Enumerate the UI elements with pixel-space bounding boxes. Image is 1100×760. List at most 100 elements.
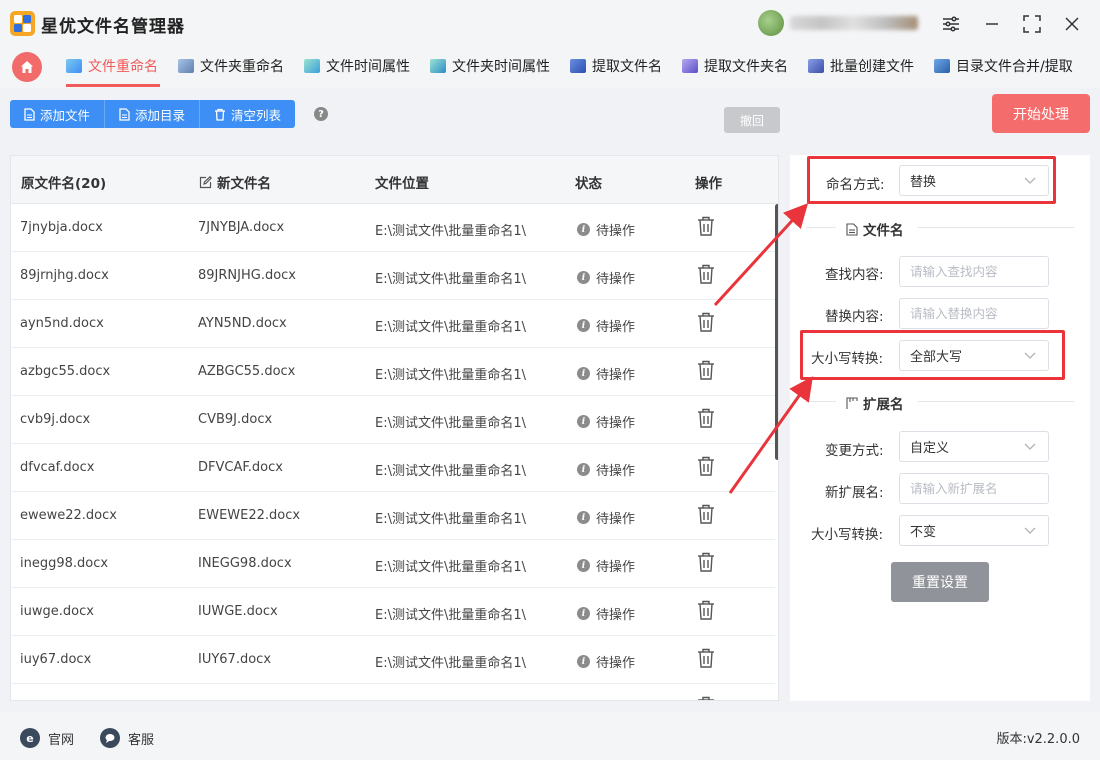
- filename-section-label: 文件名: [863, 223, 904, 239]
- start-processing-button[interactable]: 开始处理: [992, 94, 1090, 133]
- delete-row-button[interactable]: [697, 360, 715, 380]
- table-row[interactable]: cvb9j.docx CVB9J.docx E:\测试文件\批量重命名1\ i 待操作: [11, 396, 776, 444]
- table-scrollbar[interactable]: [775, 204, 778, 700]
- version-text: 版本:v2.2.0.0: [996, 732, 1080, 747]
- tab-merge-extract[interactable]: 目录文件合并/提取: [934, 54, 1073, 78]
- user-avatar[interactable]: [758, 10, 784, 36]
- table-row[interactable]: 89jrnjhg.docx 89JRNJHG.docx E:\测试文件\批量重命名1…: [11, 252, 776, 300]
- file-location: E:\测试文件\批量重命名1\: [375, 368, 527, 383]
- delete-row-button[interactable]: [697, 216, 715, 236]
- delete-row-button[interactable]: [697, 648, 715, 668]
- new-filename: AYN5ND.docx: [198, 316, 287, 331]
- status-cell: i 待操作: [577, 316, 635, 335]
- settings-panel: [790, 155, 1090, 701]
- new-extension-input[interactable]: [899, 473, 1049, 504]
- folder-time-icon: [430, 59, 446, 73]
- table-row[interactable]: iuy67.docx IUY67.docx E:\测试文件\批量重命名1\ i 待操作: [11, 636, 776, 684]
- file-location: E:\测试文件\批量重命名1\: [375, 464, 527, 479]
- home-button[interactable]: [12, 52, 42, 82]
- reset-settings-button[interactable]: 重置设置: [891, 562, 989, 602]
- delete-row-button[interactable]: [697, 456, 715, 476]
- delete-row-button[interactable]: [697, 504, 715, 524]
- table-row[interactable]: ayn5nd.docx AYN5ND.docx E:\测试文件\批量重命名1\ i 待操…: [11, 300, 776, 348]
- app-title: 星优文件名管理器: [41, 17, 185, 37]
- tab-file-rename[interactable]: 文件重命名: [66, 54, 158, 78]
- chevron-down-icon: [1024, 443, 1036, 450]
- close-icon[interactable]: [1061, 13, 1083, 35]
- info-icon: i: [577, 271, 590, 284]
- new-filename: EWEWE22.docx: [198, 508, 301, 523]
- table-row[interactable]: inegg98.docx INEGG98.docx E:\测试文件\批量重命名1\ i…: [11, 540, 776, 588]
- settings-sliders-icon[interactable]: [940, 13, 962, 35]
- file-location: E:\测试文件\批量重命名1\: [375, 416, 527, 431]
- trash-icon: [215, 108, 226, 121]
- info-icon: i: [577, 463, 590, 476]
- help-icon[interactable]: ?: [314, 107, 328, 121]
- table-row[interactable]: ewewe22.docx EWEWE22.docx E:\测试文件\批量重命名1\ i…: [11, 492, 776, 540]
- extension-icon: [846, 396, 858, 409]
- table-row[interactable]: iuwge.docx IUWGE.docx E:\测试文件\批量重命名1\ i 待操作: [11, 588, 776, 636]
- ext-case-conversion-select[interactable]: 不变: [899, 515, 1049, 546]
- header-action: 操作: [695, 176, 722, 192]
- delete-row-button[interactable]: [697, 408, 715, 428]
- delete-row-button[interactable]: [697, 696, 715, 700]
- original-filename: iuy67.docx: [20, 652, 92, 667]
- status-text: 待操作: [596, 656, 636, 671]
- undo-button[interactable]: 撤回: [724, 107, 780, 133]
- find-content-label: 查找内容:: [825, 267, 884, 283]
- support-label: 客服: [128, 732, 155, 748]
- status-text: 待操作: [596, 272, 636, 287]
- delete-row-button[interactable]: [697, 264, 715, 284]
- new-filename: DFVCAF.docx: [198, 460, 283, 475]
- ext-mode-select[interactable]: 自定义: [899, 431, 1049, 462]
- add-file-button[interactable]: 添加文件: [10, 100, 106, 128]
- file-location: E:\测试文件\批量重命名1\: [375, 272, 527, 287]
- table-row[interactable]: dfvcaf.docx DFVCAF.docx E:\测试文件\批量重命名1\ i 待操…: [11, 444, 776, 492]
- tab-folder-rename[interactable]: 文件夹重命名: [178, 54, 284, 78]
- file-location: E:\测试文件\批量重命名1\: [375, 224, 527, 239]
- support-link[interactable]: 客服: [100, 728, 154, 748]
- scroll-thumb[interactable]: [775, 204, 778, 460]
- status-cell: i 待操作: [577, 604, 635, 623]
- original-filename: ayn5nd.docx: [20, 316, 104, 331]
- header-original-name: 原文件名(20): [21, 176, 107, 192]
- status-text: 待操作: [596, 320, 636, 335]
- info-icon: i: [577, 367, 590, 380]
- delete-row-button[interactable]: [697, 600, 715, 620]
- ext-case-conversion-label: 大小写转换:: [811, 527, 884, 543]
- maximize-icon[interactable]: [1021, 13, 1043, 35]
- status-text: 待操作: [596, 464, 636, 479]
- status-text: 待操作: [596, 512, 636, 527]
- delete-row-button[interactable]: [697, 312, 715, 332]
- tab-extract-filename[interactable]: 提取文件名: [570, 54, 662, 78]
- table-row[interactable]: azbgc55.docx AZBGC55.docx E:\测试文件\批量重命名1\ i…: [11, 348, 776, 396]
- tab-batch-create[interactable]: 批量创建文件: [808, 54, 914, 78]
- highlight-box-case-conversion: [800, 330, 1065, 380]
- new-filename: AZBGC55.docx: [198, 364, 296, 379]
- delete-row-button[interactable]: [697, 552, 715, 572]
- rename-file-icon: [66, 59, 82, 73]
- add-directory-button[interactable]: 添加目录: [105, 100, 201, 128]
- tab-extract-foldername[interactable]: 提取文件夹名: [682, 54, 788, 78]
- header-status: 状态: [575, 176, 602, 192]
- tab-file-time[interactable]: 文件时间属性: [304, 54, 410, 78]
- clear-list-button[interactable]: 清空列表: [200, 100, 296, 128]
- rename-folder-icon: [178, 59, 194, 73]
- tab-label: 提取文件名: [592, 59, 662, 75]
- chevron-down-icon: [1024, 527, 1036, 534]
- file-location: E:\测试文件\批量重命名1\: [375, 512, 527, 527]
- status-cell: i 待操作: [577, 556, 635, 575]
- table-row[interactable]: 7jnybja.docx 7JNYBJA.docx E:\测试文件\批量重命名1\ i…: [11, 204, 776, 252]
- ext-mode-value: 自定义: [910, 441, 950, 456]
- original-filename: 7jnybja.docx: [20, 220, 103, 235]
- status-cell: i 待操作: [577, 652, 635, 671]
- website-link[interactable]: e 官网: [20, 728, 74, 748]
- find-content-input[interactable]: [899, 256, 1049, 287]
- svg-text:e: e: [26, 732, 33, 744]
- info-icon: i: [577, 415, 590, 428]
- replace-content-input[interactable]: [899, 298, 1049, 329]
- minimize-icon[interactable]: [981, 13, 1003, 35]
- tab-folder-time[interactable]: 文件夹时间属性: [430, 54, 550, 78]
- add-file-label: 添加文件: [40, 107, 91, 123]
- file-time-icon: [304, 59, 320, 73]
